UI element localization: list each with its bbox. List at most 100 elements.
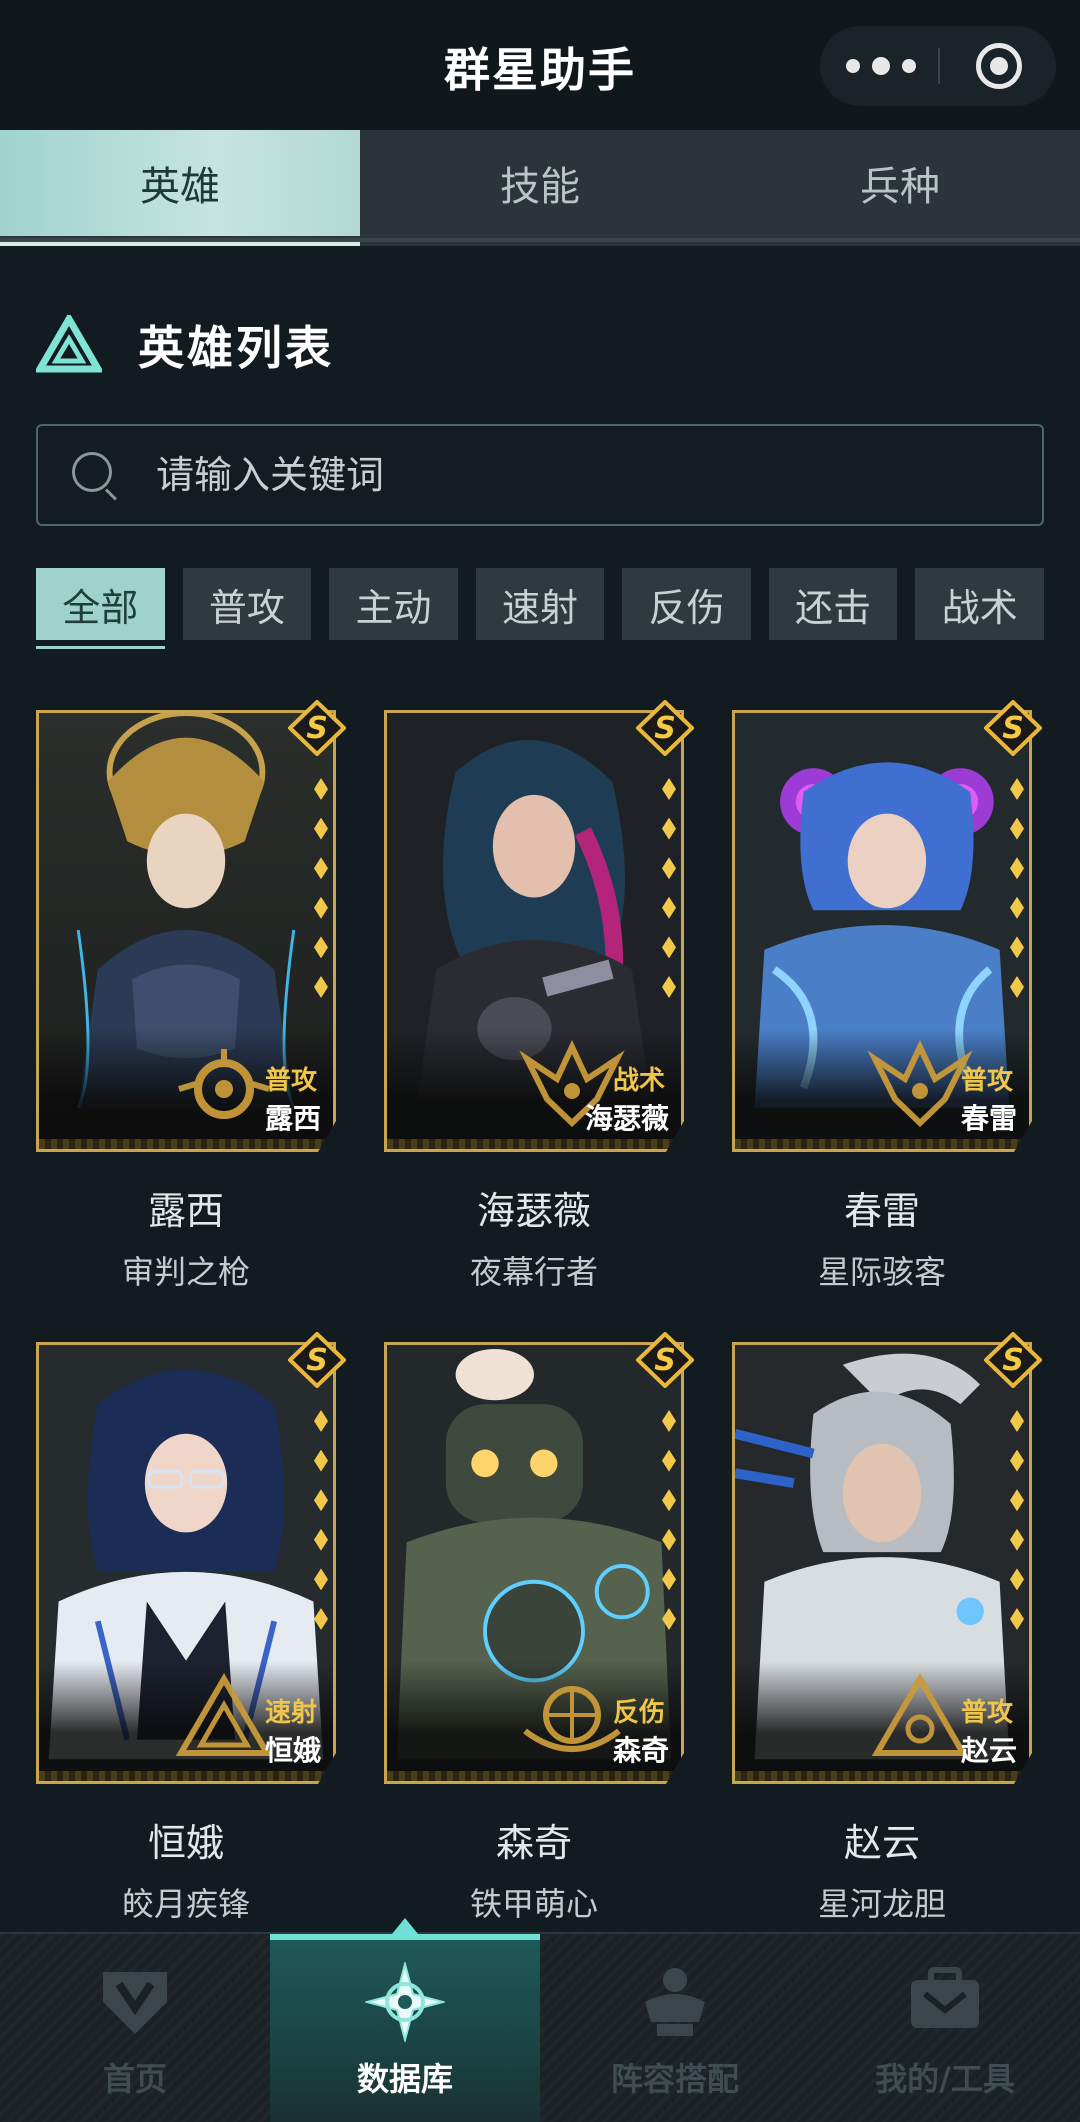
hero-item[interactable]: 普攻 赵云 S 赵云 星河龙胆 — [732, 1332, 1042, 1925]
rank-s-badge-icon: S — [636, 700, 694, 756]
tab-troops[interactable]: 兵种 — [720, 130, 1080, 236]
search-input[interactable] — [156, 453, 956, 497]
hero-title: 星河龙胆 — [817, 1885, 946, 1923]
hero-type-label: 普攻 — [960, 1066, 1013, 1096]
hero-item[interactable]: 普攻 露西 S 露西 审判之枪 — [36, 700, 346, 1293]
card-stripe — [735, 1771, 1029, 1781]
nav-database-label: 数据库 — [356, 2060, 453, 2098]
filter-chips: 全部 普攻 主动 速射 反伤 还击 战术 — [36, 568, 1045, 649]
rank-s-badge-icon: S — [288, 1332, 346, 1388]
hero-name: 赵云 — [843, 1821, 920, 1865]
nav-home[interactable]: 首页 — [0, 1934, 270, 2122]
hero-title: 夜幕行者 — [469, 1253, 598, 1291]
hero-card-frame: 普攻 赵云 — [732, 1342, 1032, 1784]
section-header: 英雄列表 — [36, 310, 334, 380]
hero-name: 森奇 — [495, 1821, 572, 1865]
faction-emblem-icon — [871, 1673, 969, 1756]
top-tabs: 英雄 技能 兵种 — [0, 130, 1080, 246]
star-rating — [658, 778, 680, 998]
hero-card-frame: 普攻 春雷 — [732, 710, 1032, 1152]
hero-card-name: 露西 — [264, 1102, 321, 1135]
hero-title: 审判之枪 — [121, 1253, 250, 1291]
search-box — [36, 424, 1044, 526]
hero-name: 海瑟薇 — [476, 1189, 591, 1233]
more-icon[interactable] — [846, 54, 916, 78]
filter-tactics[interactable]: 战术 — [915, 568, 1045, 640]
svg-text:S: S — [654, 711, 676, 746]
faction-emblem-icon — [175, 1673, 273, 1756]
svg-text:S: S — [1002, 1343, 1024, 1378]
hero-card[interactable]: 普攻 春雷 S — [732, 700, 1042, 1152]
hero-item[interactable]: 战术 海瑟薇 S 海瑟薇 夜幕行者 — [384, 700, 694, 1293]
hero-card-frame: 速射 恒娥 — [36, 1342, 336, 1784]
svg-text:S: S — [306, 711, 328, 746]
card-stripe — [387, 1139, 681, 1149]
hero-card-name: 春雷 — [960, 1102, 1017, 1135]
hero-type-label: 普攻 — [264, 1066, 317, 1096]
filter-reflect[interactable]: 反伤 — [622, 568, 751, 640]
close-target-icon[interactable] — [976, 43, 1022, 89]
hero-card-frame: 反伤 森奇 — [384, 1342, 684, 1784]
star-rating — [310, 1410, 332, 1630]
miniprogram-capsule — [820, 26, 1056, 106]
hero-name: 恒娥 — [147, 1821, 224, 1865]
star-rating — [310, 778, 332, 998]
filter-counter[interactable]: 还击 — [768, 568, 898, 640]
hero-card[interactable]: 速射 恒娥 S — [36, 1332, 346, 1784]
hero-card-name: 恒娥 — [264, 1734, 321, 1767]
hero-card[interactable]: 普攻 赵云 S — [732, 1332, 1042, 1784]
tabs-divider — [0, 238, 1080, 242]
hero-type-label: 反伤 — [612, 1698, 665, 1728]
tab-skills[interactable]: 技能 — [360, 130, 720, 236]
nav-lineup[interactable]: 阵容搭配 — [540, 1934, 810, 2122]
nav-lineup-label: 阵容搭配 — [610, 2060, 739, 2098]
hero-card-name: 森奇 — [612, 1734, 669, 1767]
faction-emblem-icon — [178, 1049, 270, 1119]
hero-type-label: 战术 — [612, 1066, 665, 1096]
hero-item[interactable]: 反伤 森奇 S 森奇 铁甲萌心 — [384, 1332, 694, 1925]
hero-card-name: 海瑟薇 — [584, 1102, 669, 1135]
star-rating — [1006, 778, 1028, 998]
faction-emblem-icon — [867, 1039, 973, 1128]
faction-emblem-icon — [523, 1686, 621, 1752]
hero-card[interactable]: 反伤 森奇 S — [384, 1332, 694, 1784]
triangle-logo-icon — [36, 315, 102, 373]
rank-s-badge-icon: S — [984, 1332, 1042, 1388]
nav-mine-tools[interactable]: 我的/工具 — [810, 1934, 1080, 2122]
svg-text:S: S — [1002, 711, 1024, 746]
filter-all[interactable]: 全部 — [36, 568, 165, 649]
hero-card-frame: 战术 海瑟薇 — [384, 710, 684, 1152]
hero-card[interactable]: 战术 海瑟薇 S — [384, 700, 694, 1152]
tab-heroes[interactable]: 英雄 — [0, 130, 360, 246]
hero-title: 皎月疾锋 — [121, 1885, 250, 1923]
hero-card[interactable]: 普攻 露西 S — [36, 700, 346, 1152]
nav-database[interactable]: 数据库 — [270, 1918, 540, 2122]
toolbox-icon — [911, 1967, 979, 2028]
nav-mine-tools-label: 我的/工具 — [875, 2060, 1015, 2098]
card-stripe — [39, 1771, 333, 1781]
hero-item[interactable]: 速射 恒娥 S 恒娥 皎月疾锋 — [36, 1332, 346, 1925]
hero-item[interactable]: 普攻 春雷 S 春雷 星际骇客 — [732, 700, 1042, 1293]
hero-name: 露西 — [147, 1189, 224, 1233]
hero-type-label: 普攻 — [960, 1698, 1013, 1728]
card-stripe — [387, 1771, 681, 1781]
star-rating — [658, 1410, 680, 1630]
home-shield-icon — [103, 1972, 167, 2034]
filter-rapid-fire[interactable]: 速射 — [475, 568, 605, 640]
filter-active[interactable]: 主动 — [329, 568, 458, 640]
card-stripe — [39, 1139, 333, 1149]
mech-lineup-icon — [645, 1968, 705, 2036]
filter-normal-attack[interactable]: 普攻 — [182, 568, 312, 640]
search-icon — [72, 452, 118, 501]
rank-s-badge-icon: S — [636, 1332, 694, 1388]
hero-card-name: 赵云 — [960, 1734, 1017, 1767]
capsule-divider — [938, 48, 940, 84]
hero-title: 铁甲萌心 — [469, 1885, 598, 1923]
svg-text:S: S — [306, 1343, 328, 1378]
header: 群星助手 — [0, 0, 1080, 130]
star-rating — [1006, 1410, 1028, 1630]
hero-title: 星际骇客 — [817, 1253, 946, 1291]
hero-card-frame: 普攻 露西 — [36, 710, 336, 1152]
section-title: 英雄列表 — [138, 321, 334, 375]
hero-type-label: 速射 — [264, 1698, 317, 1728]
